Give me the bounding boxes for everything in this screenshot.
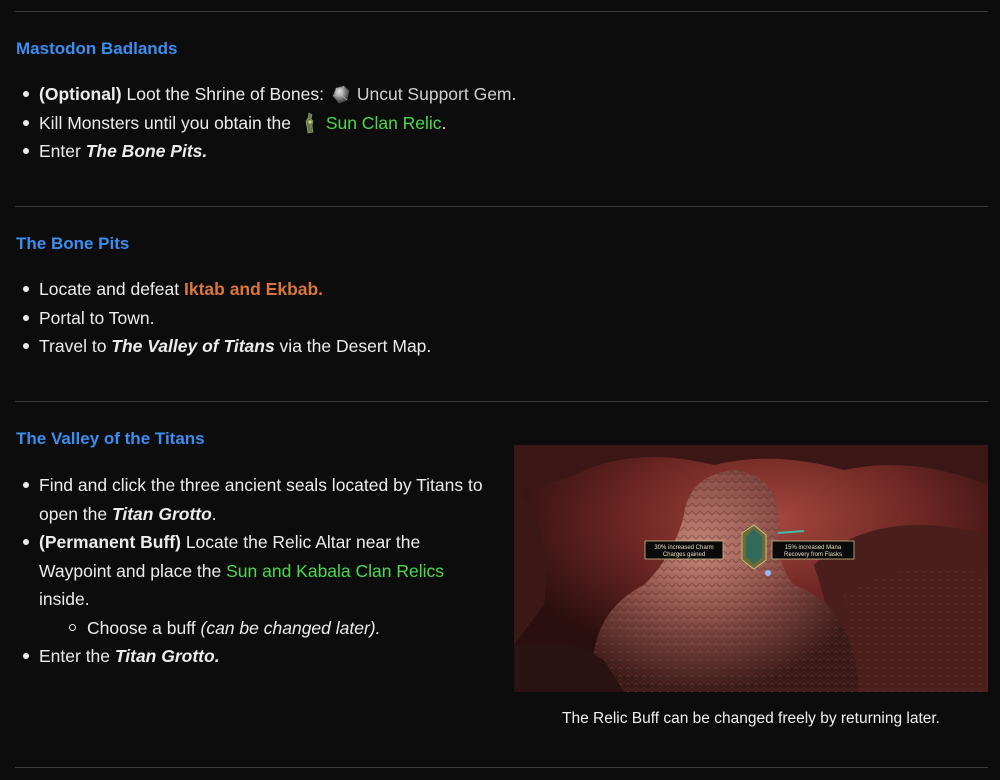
- relic-icon: [305, 112, 314, 133]
- buff-left-line-2: Charges gained: [663, 552, 705, 558]
- buff-right-line-2: Recovery from Flasks: [784, 552, 842, 558]
- list-item: (Permanent Buff) Locate the Relic Altar …: [0, 528, 500, 614]
- list-item: (Optional) Loot the Shrine of Bones: Unc…: [0, 80, 516, 109]
- buff-left-line-1: 30% increased Charm: [654, 545, 713, 551]
- list-item: Enter The Bone Pits.: [0, 137, 516, 166]
- relic-altar-scene: 30% increased Charm Charges gained 15% i…: [514, 445, 988, 692]
- bone-pits-steps: Locate and defeat Iktab and Ekbab. Porta…: [0, 275, 431, 361]
- list-item: Locate and defeat Iktab and Ekbab.: [0, 275, 431, 304]
- uncut-support-gem-link[interactable]: Uncut Support Gem: [357, 84, 512, 104]
- permanent-buff-tag: (Permanent Buff): [39, 532, 181, 552]
- section-title-bone-pits: The Bone Pits: [16, 234, 130, 253]
- list-item: Choose a buff (can be changed later).: [0, 614, 500, 643]
- zone-name-titan-grotto: Titan Grotto: [111, 503, 212, 524]
- buff-note: (can be changed later).: [200, 617, 381, 638]
- zone-name-bone-pits: The Bone Pits.: [85, 141, 208, 161]
- divider-1: [15, 206, 988, 207]
- zone-name-titan-grotto: Titan Grotto.: [114, 646, 220, 666]
- buff-right-line-1: 15% increased Mana: [785, 545, 842, 551]
- list-item: Enter the Titan Grotto.: [0, 642, 500, 671]
- list-item: Find and click the three ancient seals l…: [0, 471, 500, 528]
- zone-name-valley-of-titans: The Valley of Titans: [111, 336, 275, 356]
- valley-steps: Find and click the three ancient seals l…: [0, 471, 500, 671]
- boss-name: Iktab and Ekbab.: [183, 279, 324, 299]
- list-item: Kill Monsters until you obtain the Sun C…: [0, 109, 516, 138]
- image-caption: The Relic Buff can be changed freely by …: [562, 710, 940, 727]
- sun-clan-relic-link[interactable]: Sun Clan Relic: [326, 113, 442, 133]
- relic-altar-screenshot: 30% increased Charm Charges gained 15% i…: [514, 445, 988, 692]
- divider-2: [15, 401, 988, 402]
- list-item: Travel to The Valley of Titans via the D…: [0, 332, 431, 361]
- divider-top: [15, 11, 988, 12]
- divider-bottom: [15, 767, 988, 768]
- clan-relics-link[interactable]: Sun and Kabala Clan Relics: [226, 561, 444, 581]
- list-item: Portal to Town.: [0, 304, 431, 333]
- section-title-valley-of-titans: The Valley of the Titans: [16, 429, 205, 448]
- optional-tag: (Optional): [39, 84, 122, 104]
- uncut-gem-icon: [332, 85, 350, 104]
- section-title-mastodon-badlands: Mastodon Badlands: [16, 39, 178, 58]
- mastodon-badlands-steps: (Optional) Loot the Shrine of Bones: Unc…: [0, 80, 516, 166]
